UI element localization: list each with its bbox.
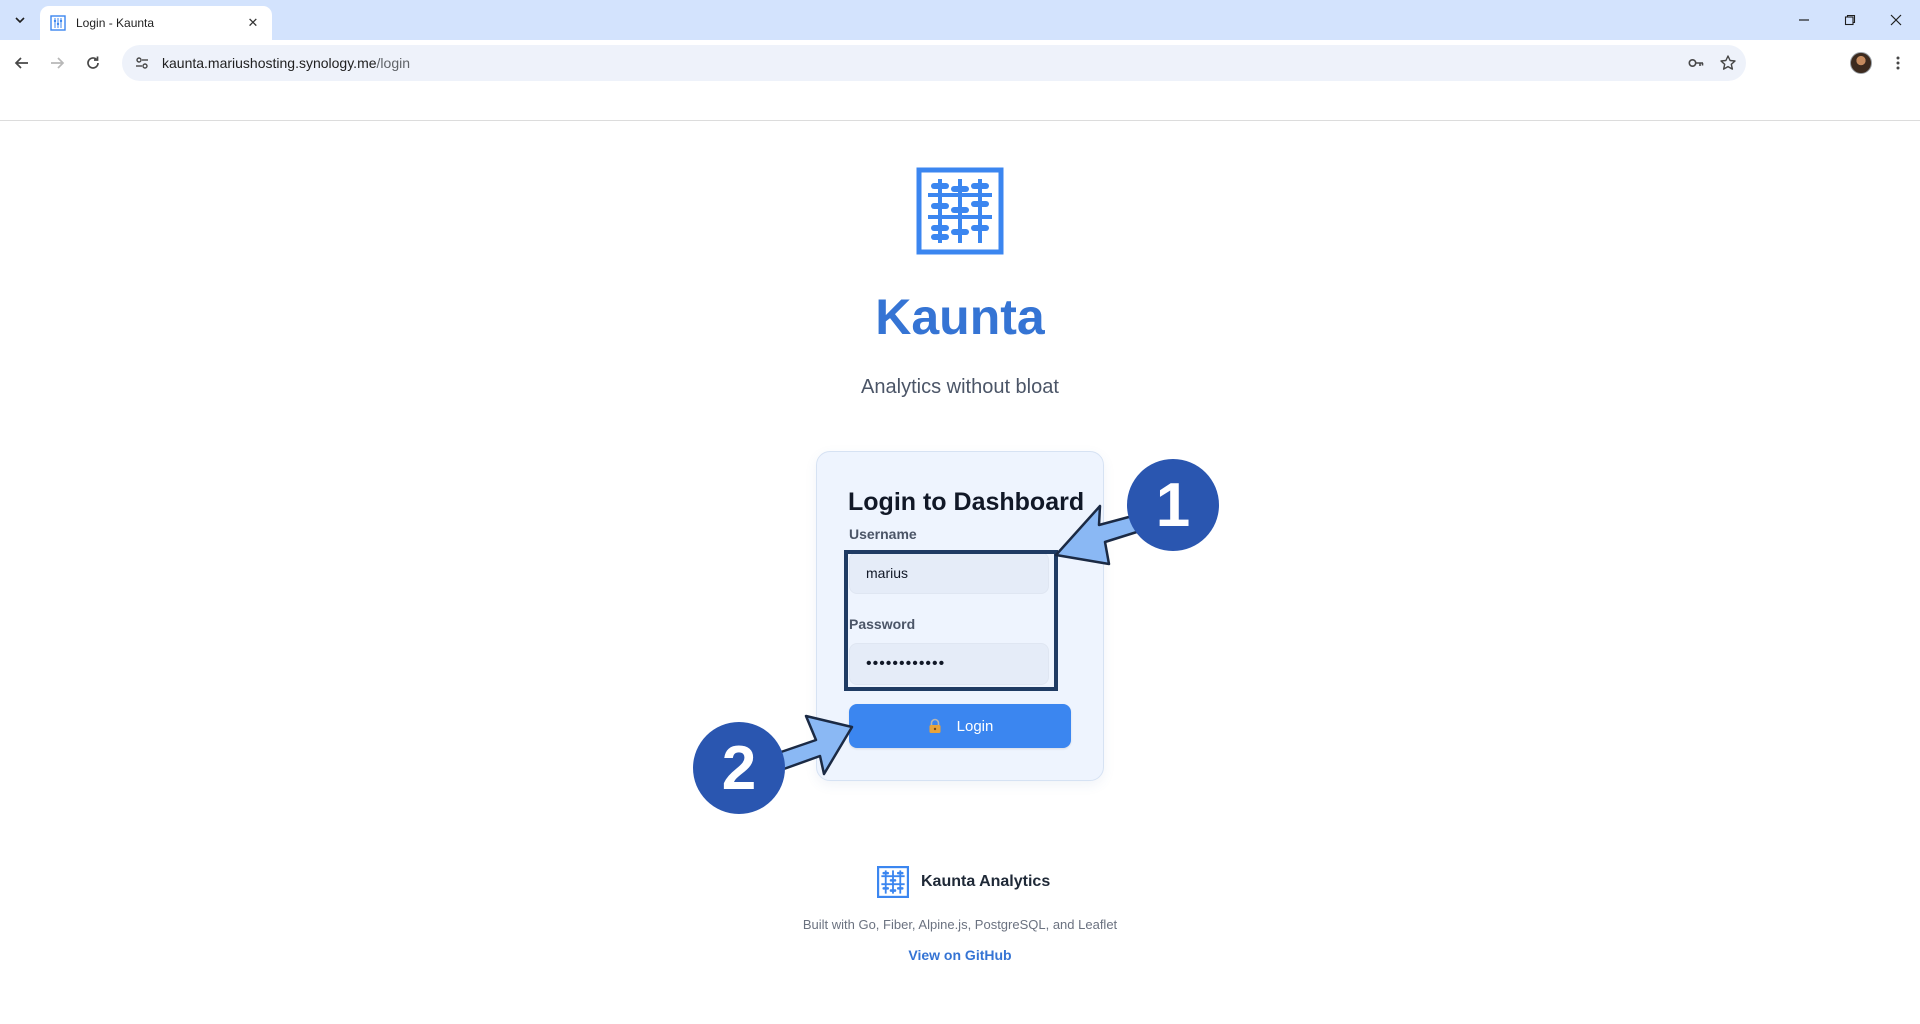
lock-icon [929, 718, 941, 733]
annotation-arrow-2 [779, 714, 854, 776]
annotation-badge-1: 1 [1127, 459, 1219, 551]
tab-list-chevron-down-icon[interactable] [8, 8, 32, 32]
browser-toolbar: kaunta.mariushosting.synology.me/login [0, 40, 1920, 86]
annotation-highlight-box [844, 550, 1058, 691]
browser-tab[interactable]: Login - Kaunta ✕ [40, 6, 272, 40]
footer-built-with: Built with Go, Fiber, Alpine.js, Postgre… [802, 917, 1118, 932]
minimize-icon[interactable] [1788, 6, 1820, 34]
site-info-tune-icon[interactable] [128, 49, 156, 77]
chrome-divider [0, 120, 1920, 121]
brand-title: Kaunta [875, 289, 1045, 345]
profile-avatar[interactable] [1850, 52, 1872, 74]
login-button-label: Login [956, 717, 994, 735]
tagline: Analytics without bloat [861, 376, 1059, 398]
tab-close-icon[interactable]: ✕ [244, 14, 262, 32]
tab-title: Login - Kaunta [76, 16, 155, 30]
restore-icon[interactable] [1834, 6, 1866, 34]
close-window-icon[interactable] [1880, 6, 1912, 34]
github-link[interactable]: View on GitHub [860, 947, 1060, 963]
bookmark-star-icon[interactable] [1714, 49, 1742, 77]
login-title: Login to Dashboard [848, 488, 1085, 516]
back-arrow-left-icon[interactable] [8, 49, 36, 77]
kaunta-abacus-logo-icon [916, 167, 1004, 255]
browser-tabstrip: Login - Kaunta ✕ [0, 0, 1920, 40]
username-label: Username [849, 526, 917, 542]
url-text[interactable]: kaunta.mariushosting.synology.me/login [162, 55, 1682, 71]
address-bar[interactable]: kaunta.mariushosting.synology.me/login [122, 45, 1746, 81]
url-path: /login [376, 55, 410, 71]
kebab-menu-icon[interactable] [1884, 49, 1912, 77]
reload-icon[interactable] [79, 49, 107, 77]
login-button[interactable]: Login [849, 704, 1071, 748]
footer-abacus-logo-icon [877, 866, 909, 898]
password-key-icon[interactable] [1682, 49, 1710, 77]
url-host: kaunta.mariushosting.synology.me [162, 55, 377, 71]
kaunta-favicon-icon [50, 15, 66, 31]
annotation-badge-2: 2 [693, 722, 785, 814]
forward-arrow-right-icon[interactable] [43, 49, 71, 77]
footer-brand: Kaunta Analytics [921, 873, 1051, 890]
